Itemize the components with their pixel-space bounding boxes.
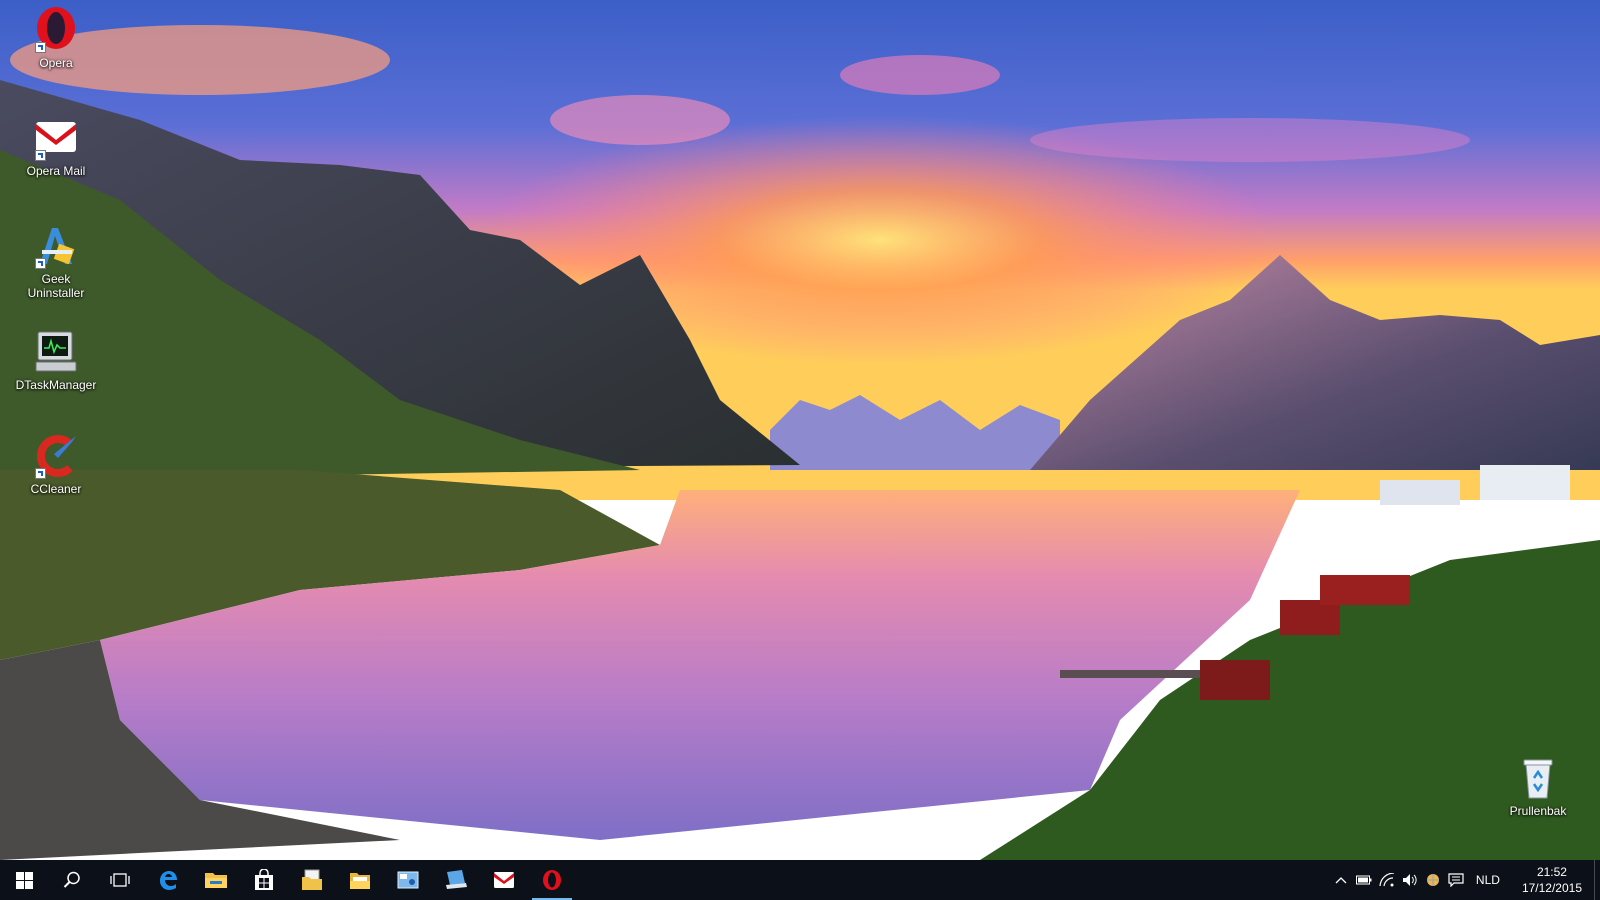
mail-icon [494, 872, 514, 888]
dtaskmanager-icon [32, 328, 80, 376]
shortcut-arrow-icon [35, 468, 46, 479]
documents-folder-icon [302, 869, 322, 890]
desktop-icon-label: CCleaner [30, 482, 82, 496]
system-tray: NLD 21:52 17/12/2015 [1330, 860, 1600, 900]
store-button[interactable] [240, 860, 288, 900]
remote-desktop-button[interactable] [432, 860, 480, 900]
action-center-icon[interactable] [1445, 860, 1468, 900]
volume-icon[interactable] [1399, 860, 1422, 900]
edge-button[interactable] [144, 860, 192, 900]
desktop-icon-label: Opera Mail [26, 164, 86, 178]
desktop-icon-label: Prullenbak [1509, 804, 1567, 818]
show-desktop-button[interactable] [1594, 860, 1600, 900]
input-language-indicator[interactable]: NLD [1468, 873, 1508, 887]
clock[interactable]: 21:52 17/12/2015 [1508, 864, 1594, 896]
recycle-bin-icon [1514, 754, 1562, 802]
desktop-icon-recycle-bin[interactable]: Prullenbak [1494, 754, 1582, 818]
windows-logo-icon [15, 871, 33, 889]
desktop-icon-label: Geek Uninstaller [27, 272, 85, 300]
opera-icon [543, 870, 561, 890]
wifi-icon[interactable] [1376, 860, 1399, 900]
desktop-icon-label: DTaskManager [15, 378, 97, 392]
store-icon [255, 869, 273, 890]
documents-button[interactable] [288, 860, 336, 900]
geek-uninstaller-icon [32, 222, 80, 270]
search-icon [63, 871, 80, 888]
battery-icon[interactable] [1353, 860, 1376, 900]
desktop-icon-geek-uninstaller[interactable]: Geek Uninstaller [12, 222, 100, 300]
folder-icon [205, 873, 227, 888]
start-button[interactable] [0, 860, 48, 900]
desktop-wallpaper [0, 0, 1600, 860]
clock-time: 21:52 [1536, 865, 1567, 879]
taskbar: NLD 21:52 17/12/2015 [0, 860, 1600, 900]
ccleaner-icon [32, 432, 80, 480]
desktop-icon-ccleaner[interactable]: CCleaner [12, 432, 100, 496]
control-panel-button[interactable] [384, 860, 432, 900]
control-panel-icon [397, 871, 419, 889]
files-folder-icon [350, 873, 370, 889]
shortcut-arrow-icon [35, 258, 46, 269]
opera-icon [32, 6, 80, 54]
desktop-icon-dtaskmanager[interactable]: DTaskManager [12, 328, 100, 392]
shortcut-arrow-icon [35, 150, 46, 161]
desktop-icon-label: Opera [39, 56, 73, 70]
files-button[interactable] [336, 860, 384, 900]
opera-mail-icon [32, 114, 80, 162]
file-explorer-button[interactable] [192, 860, 240, 900]
search-button[interactable] [48, 860, 96, 900]
opera-button[interactable] [528, 860, 576, 900]
shortcut-arrow-icon [35, 42, 46, 53]
network-globe-icon[interactable] [1422, 860, 1445, 900]
task-view-button[interactable] [96, 860, 144, 900]
remote-desktop-icon [446, 870, 467, 889]
chevron-up-icon[interactable] [1330, 860, 1353, 900]
desktop-icon-opera[interactable]: Opera [12, 6, 100, 70]
desktop-icon-opera-mail[interactable]: Opera Mail [12, 114, 100, 178]
opera-mail-button[interactable] [480, 860, 528, 900]
edge-icon [160, 871, 177, 890]
task-view-icon [110, 873, 130, 887]
clock-date: 17/12/2015 [1521, 881, 1582, 895]
